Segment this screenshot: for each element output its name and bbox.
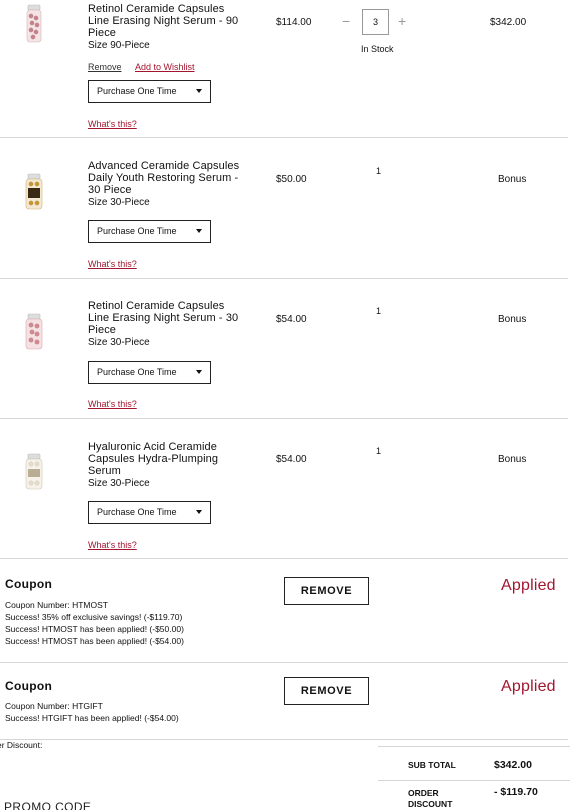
- cart-item: Retinol Ceramide Capsules Line Erasing N…: [0, 0, 568, 138]
- quantity-increase-button[interactable]: +: [398, 13, 406, 29]
- order-discount-label-line: ORDER: [408, 788, 439, 798]
- purchase-type-value: Purchase One Time: [97, 367, 177, 377]
- divider: [378, 780, 570, 781]
- chevron-down-icon: [196, 229, 202, 233]
- coupon-block: Coupon Coupon Number: HTMOST Success! 35…: [0, 559, 568, 663]
- purchase-type-select[interactable]: Purchase One Time: [88, 220, 211, 243]
- coupon-number: Coupon Number: HTGIFT: [5, 701, 103, 711]
- line-total: Bonus: [498, 454, 527, 465]
- cart-item: Retinol Ceramide Capsules Line Erasing N…: [0, 279, 568, 419]
- product-size: Size 30-Piece: [88, 478, 150, 489]
- quantity-input[interactable]: 3: [362, 9, 389, 35]
- line-total: $342.00: [490, 17, 527, 28]
- chevron-down-icon: [196, 370, 202, 374]
- divider: [378, 746, 570, 747]
- purchase-type-value: Purchase One Time: [97, 507, 177, 517]
- purchase-type-select[interactable]: Purchase One Time: [88, 80, 211, 103]
- chevron-down-icon: [196, 510, 202, 514]
- purchase-type-select[interactable]: Purchase One Time: [88, 501, 211, 524]
- quantity-decrease-button[interactable]: −: [342, 13, 350, 29]
- product-price: $54.00: [276, 314, 307, 325]
- add-to-wishlist-link[interactable]: Add to Wishlist: [135, 62, 195, 72]
- product-size: Size 30-Piece: [88, 197, 150, 208]
- quantity-value: 1: [376, 306, 382, 316]
- coupon-status: Applied: [501, 577, 556, 594]
- remove-link[interactable]: Remove: [88, 62, 122, 72]
- product-price: $54.00: [276, 454, 307, 465]
- line-total: Bonus: [498, 314, 527, 325]
- discount-label: er Discount:: [0, 740, 43, 750]
- remove-coupon-button[interactable]: REMOVE: [284, 677, 369, 705]
- coupon-title: Coupon: [5, 577, 53, 591]
- promo-code-label: PROMO CODE: [4, 800, 92, 810]
- quantity-value: 1: [376, 446, 382, 456]
- product-image[interactable]: [20, 173, 48, 213]
- product-image[interactable]: [20, 313, 48, 353]
- whats-this-link[interactable]: What's this?: [88, 259, 137, 269]
- chevron-down-icon: [196, 89, 202, 93]
- product-image[interactable]: [20, 453, 48, 493]
- product-price: $50.00: [276, 174, 307, 185]
- cart-item: Advanced Ceramide Capsules Daily Youth R…: [0, 138, 568, 279]
- product-price: $114.00: [276, 17, 312, 28]
- coupon-message: Success! HTMOST has been applied! (-$54.…: [5, 636, 184, 646]
- purchase-type-value: Purchase One Time: [97, 226, 177, 236]
- capsule-jar-icon: [26, 4, 42, 43]
- product-image[interactable]: [20, 4, 48, 44]
- product-size: Size 30-Piece: [88, 337, 150, 348]
- capsule-jar-icon: [25, 453, 43, 490]
- product-size: Size 90-Piece: [88, 40, 150, 51]
- purchase-type-select[interactable]: Purchase One Time: [88, 361, 211, 384]
- subtotal-label: SUB TOTAL: [408, 760, 456, 770]
- product-name[interactable]: Retinol Ceramide Capsules Line Erasing N…: [88, 3, 248, 39]
- whats-this-link[interactable]: What's this?: [88, 540, 137, 550]
- product-name[interactable]: Retinol Ceramide Capsules Line Erasing N…: [88, 300, 248, 336]
- remove-coupon-button[interactable]: REMOVE: [284, 577, 369, 605]
- coupon-status: Applied: [501, 678, 556, 695]
- cart-item: Hyaluronic Acid Ceramide Capsules Hydra-…: [0, 419, 568, 559]
- line-total: Bonus: [498, 174, 527, 185]
- subtotal-value: $342.00: [494, 759, 532, 771]
- product-name[interactable]: Advanced Ceramide Capsules Daily Youth R…: [88, 160, 248, 196]
- whats-this-link[interactable]: What's this?: [88, 119, 137, 129]
- whats-this-link[interactable]: What's this?: [88, 399, 137, 409]
- order-discount-label: ORDER DISCOUNT: [408, 788, 452, 810]
- order-discount-label-line: DISCOUNT: [408, 799, 453, 809]
- capsule-jar-icon: [25, 173, 43, 210]
- order-discount-value: - $119.70: [494, 786, 538, 798]
- coupon-message: Success! HTMOST has been applied! (-$50.…: [5, 624, 184, 634]
- coupon-message: Success! HTGIFT has been applied! (-$54.…: [5, 713, 179, 723]
- coupon-block: Coupon Coupon Number: HTGIFT Success! HT…: [0, 663, 568, 740]
- purchase-type-value: Purchase One Time: [97, 86, 177, 96]
- product-name[interactable]: Hyaluronic Acid Ceramide Capsules Hydra-…: [88, 441, 248, 477]
- coupon-number: Coupon Number: HTMOST: [5, 600, 108, 610]
- coupon-title: Coupon: [5, 679, 53, 693]
- coupon-message: Success! 35% off exclusive savings! (-$1…: [5, 612, 183, 622]
- capsule-jar-icon: [25, 313, 43, 350]
- quantity-value: 1: [376, 166, 382, 176]
- stock-status: In Stock: [361, 44, 394, 54]
